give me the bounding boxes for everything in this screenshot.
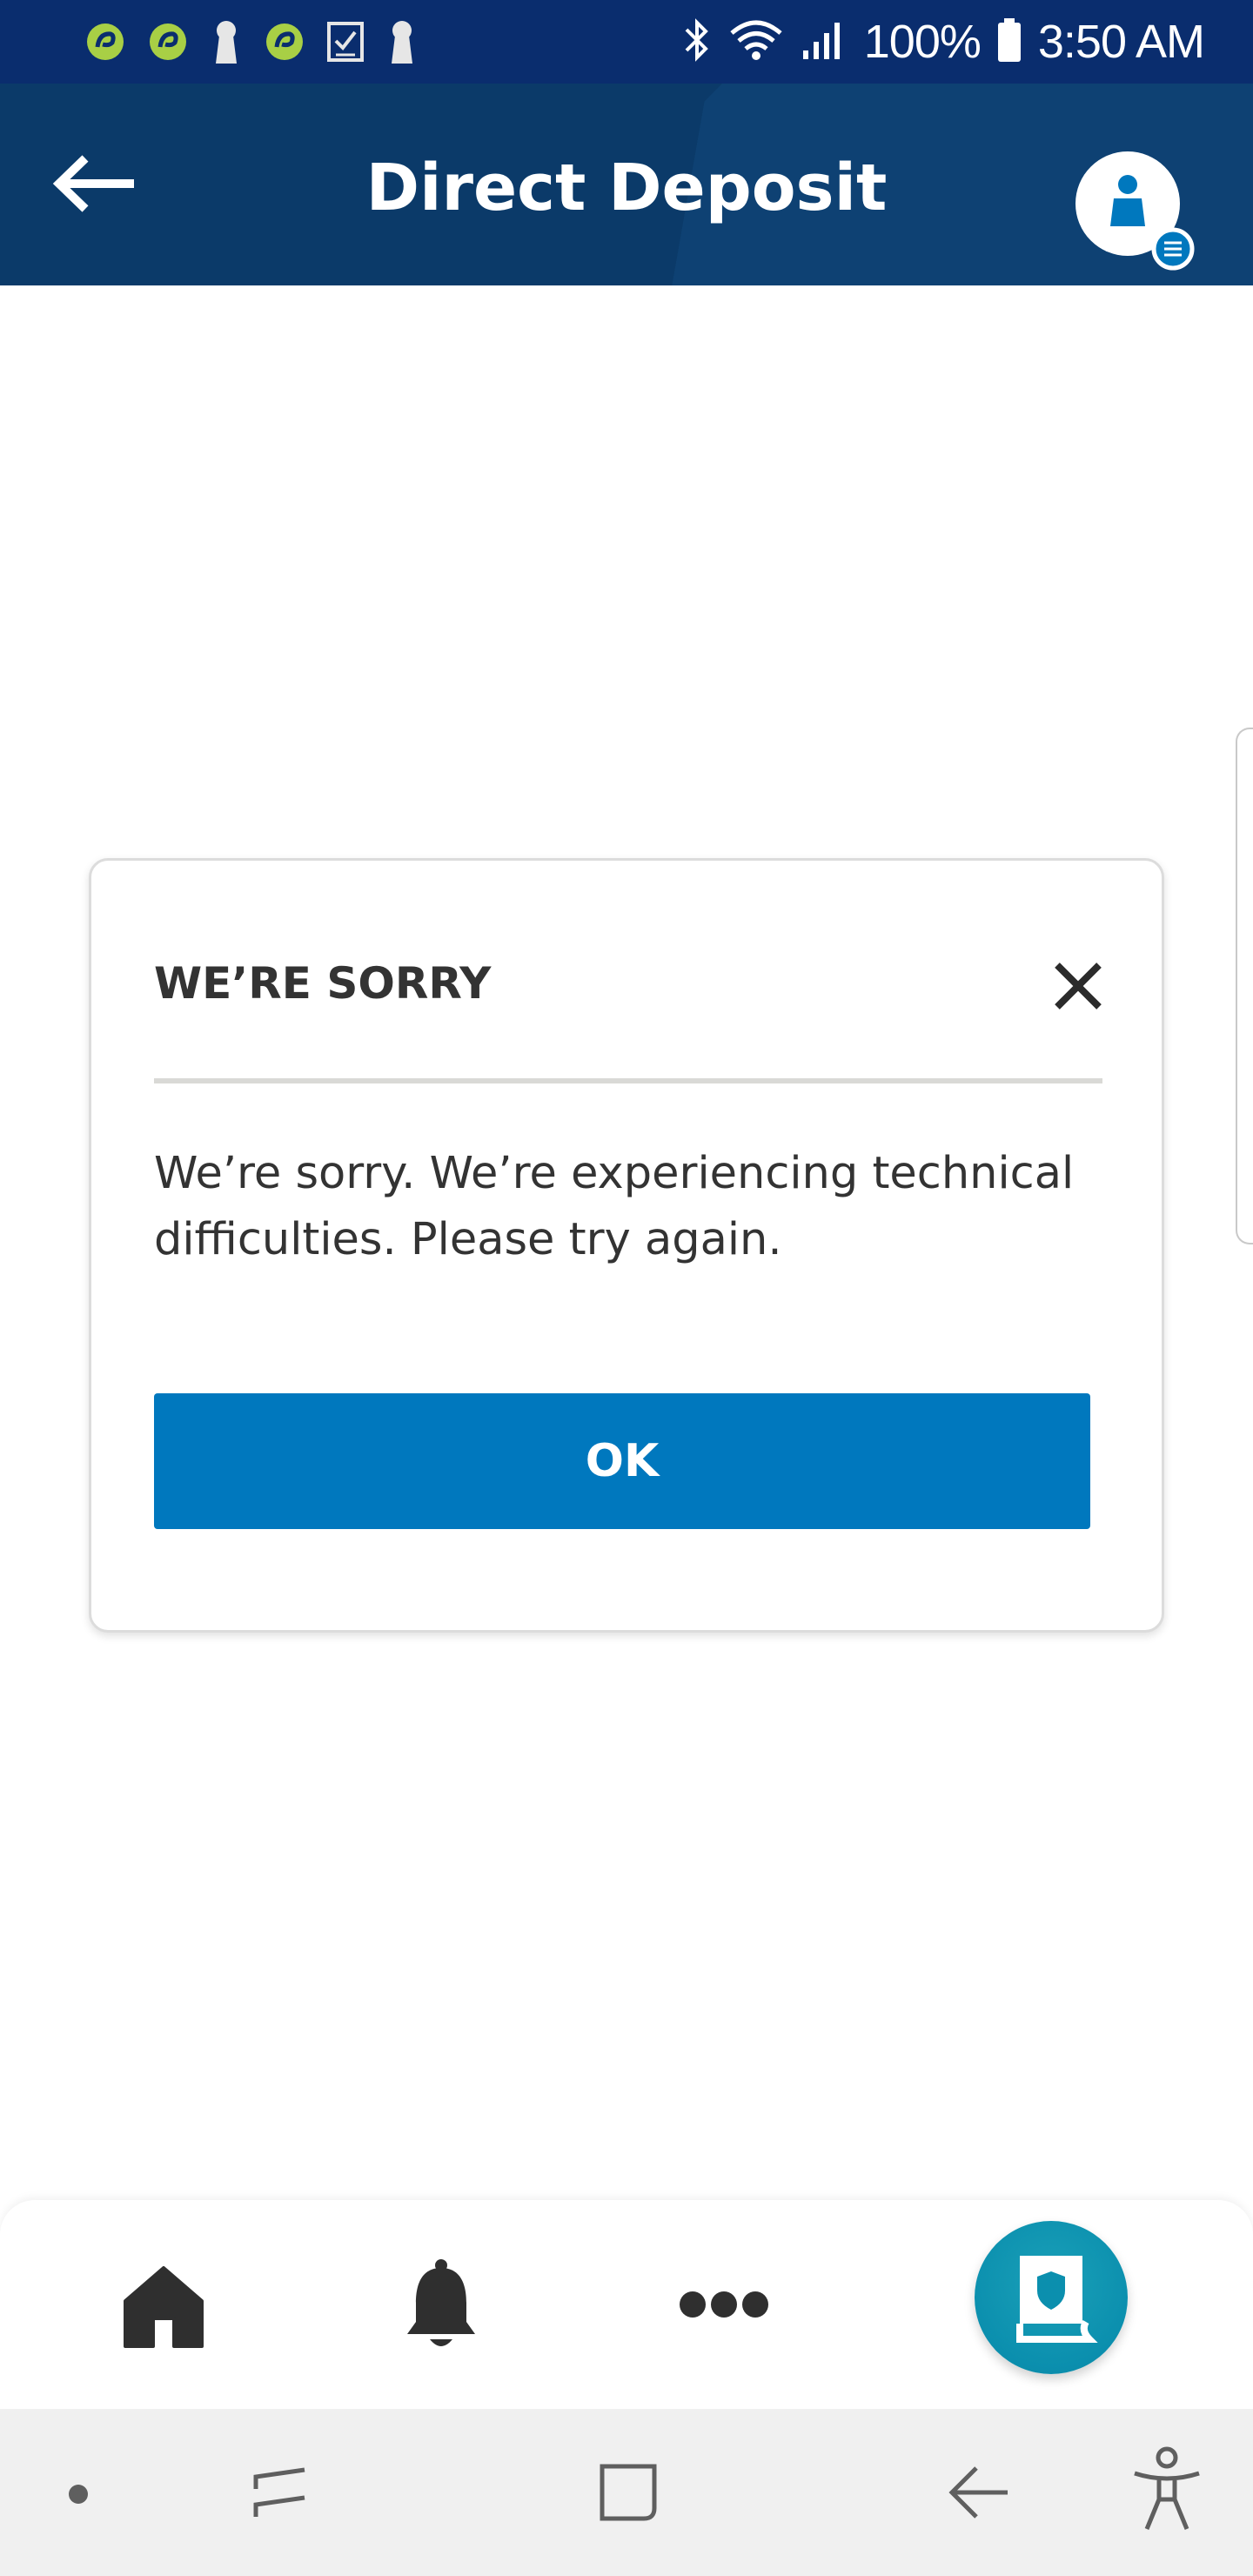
close-icon	[1055, 963, 1102, 1010]
secure-message-icon	[1016, 2256, 1098, 2343]
profile-menu-button[interactable]	[1075, 151, 1196, 272]
ok-button[interactable]: OK	[154, 1393, 1090, 1529]
dot-icon	[69, 2485, 88, 2504]
clock: 3:50 AM	[1037, 16, 1205, 68]
system-back-button[interactable]	[945, 2461, 1011, 2527]
notification-icons	[84, 17, 419, 66]
nav-home-button[interactable]	[120, 2263, 207, 2350]
secure-message-button[interactable]	[975, 2221, 1128, 2374]
bottom-navigation	[0, 2200, 1253, 2409]
edge-panel-handle[interactable]	[1236, 728, 1253, 1244]
nav-notifications-button[interactable]	[402, 2257, 480, 2353]
keyhole-icon	[385, 18, 419, 65]
signal-icon	[800, 17, 848, 66]
dot-button[interactable]	[68, 2484, 89, 2508]
home-icon	[124, 2266, 204, 2348]
accessibility-icon	[1134, 2446, 1200, 2530]
recent-apps-button[interactable]	[244, 2463, 313, 2527]
more-icon	[680, 2291, 768, 2318]
profile-menu-icon	[1075, 151, 1195, 271]
dialog-title: WE’RE SORRY	[154, 958, 492, 1009]
dialog-divider	[154, 1078, 1102, 1083]
system-navigation-bar	[0, 2409, 1253, 2576]
checklist-icon	[325, 20, 365, 64]
nav-more-button[interactable]	[679, 2287, 769, 2322]
page-title: Direct Deposit	[365, 151, 888, 225]
dialog-message: We’re sorry. We’re experiencing technica…	[154, 1148, 1075, 1265]
wifi-icon	[728, 17, 784, 66]
keyhole-icon	[209, 18, 244, 65]
bluetooth-icon	[681, 17, 713, 66]
bell-icon	[407, 2259, 475, 2346]
battery-icon	[996, 17, 1022, 67]
back-icon	[948, 2466, 1008, 2519]
app-notification-icon	[263, 20, 306, 64]
system-status: 100% 3:50 AM	[681, 12, 1205, 71]
recent-apps-icon	[253, 2467, 305, 2517]
dialog-close-button[interactable]	[1047, 955, 1109, 1017]
back-button[interactable]	[50, 153, 137, 214]
accessibility-button[interactable]	[1129, 2445, 1204, 2536]
status-bar: 100% 3:50 AM	[0, 0, 1253, 84]
back-arrow-icon	[52, 155, 134, 212]
error-dialog: WE’RE SORRY We’re sorry. We’re experienc…	[89, 858, 1164, 1633]
home-button[interactable]	[597, 2461, 660, 2527]
home-square-icon	[600, 2464, 657, 2521]
app-bar: Direct Deposit	[0, 84, 1253, 285]
app-notification-icon	[84, 20, 127, 64]
app-notification-icon	[146, 20, 190, 64]
battery-percent: 100%	[863, 16, 982, 68]
